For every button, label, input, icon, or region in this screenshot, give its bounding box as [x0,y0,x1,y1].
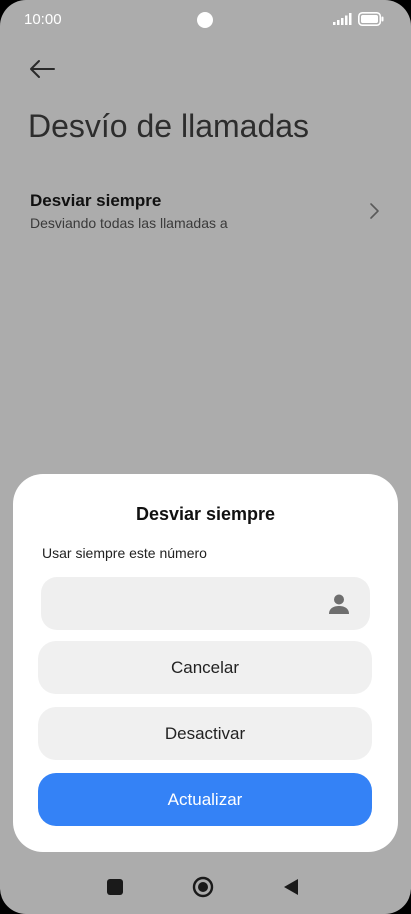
back-button[interactable] [26,56,58,82]
arrow-left-icon [30,60,55,78]
battery-icon [358,12,384,26]
camera-cutout [197,12,213,28]
square-icon[interactable] [107,879,123,895]
triangle-back-icon[interactable] [283,878,299,896]
navigation-bar [0,862,411,912]
circle-icon[interactable] [192,876,214,898]
page-title: Desvío de llamadas [28,108,310,144]
cancel-button[interactable]: Cancelar [38,641,372,694]
status-time: 10:00 [24,11,62,28]
phone-number-input[interactable] [57,577,317,630]
setting-item-title: Desviar siempre [30,191,162,210]
setting-item-always-forward[interactable]: Desviar siempre Desviando todas las llam… [0,184,411,244]
phone-screen: 10:00 Desvío de llamadas Desviar siempre… [0,0,411,914]
chevron-right-icon [370,203,379,219]
setting-item-subtitle: Desviando todas las llamadas a [30,215,228,231]
deactivate-button[interactable]: Desactivar [38,707,372,760]
status-bar: 10:00 [0,0,411,40]
dialog-label: Usar siempre este número [42,545,207,561]
update-button[interactable]: Actualizar [38,773,372,826]
dialog-title: Desviar siempre [135,504,276,524]
person-icon[interactable] [328,593,350,615]
phone-number-field [41,577,370,630]
signal-icon [333,13,352,25]
forward-dialog: Desviar siempre Usar siempre este número… [13,474,398,852]
